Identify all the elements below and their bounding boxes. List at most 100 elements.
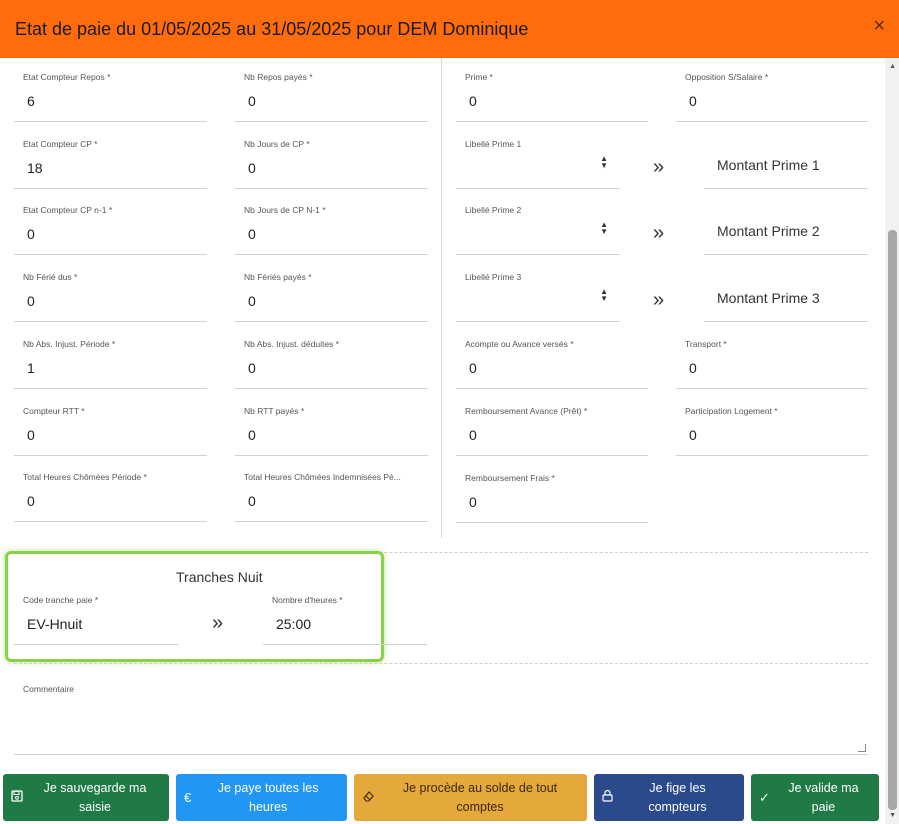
field-value: 0 <box>248 493 256 510</box>
scroll-up-icon[interactable]: ▲ <box>889 63 896 70</box>
field-underline <box>456 321 620 322</box>
valide-paie-button[interactable]: ✓ Je valide ma paie <box>751 774 879 821</box>
montant-prime-3-placeholder: Montant Prime 3 <box>717 290 820 306</box>
field-label: Nb Férié dus * <box>23 272 78 283</box>
left-field[interactable]: Nb Abs. Injust. déduites * 0 <box>235 333 428 389</box>
fige-compteurs-button-label: Je fige les compteurs <box>648 780 707 814</box>
participation-logement-label: Participation Logement * <box>685 406 778 416</box>
field-underline <box>14 521 207 523</box>
fige-compteurs-button[interactable]: Je fige les compteurs <box>594 774 744 821</box>
field-underline <box>676 455 868 456</box>
code-tranche-paie-label: Code tranche paie * <box>23 595 99 605</box>
chevron-right-icon: » <box>653 289 665 311</box>
pay-all-hours-button[interactable]: € Je paye toutes les heures <box>176 774 347 821</box>
transport-field[interactable]: Transport * 0 <box>676 333 868 389</box>
section-divider <box>14 663 868 664</box>
field-underline <box>235 187 428 189</box>
libelle-prime-2-select[interactable]: Libellé Prime 2 ▲ ▼ <box>456 199 620 255</box>
acompte-field[interactable]: Acompte ou Avance versés * 0 <box>456 333 648 389</box>
column-divider <box>441 58 442 538</box>
prime-field[interactable]: Prime * 0 <box>456 66 648 122</box>
montant-prime-2-field[interactable]: Montant Prime 2 <box>704 199 868 255</box>
montant-prime-2-placeholder: Montant Prime 2 <box>717 223 820 239</box>
close-icon[interactable]: × <box>873 16 885 36</box>
save-button[interactable]: Je sauvegarde ma saisie <box>3 774 169 821</box>
left-field[interactable]: Nb Abs. Injust. Période * 1 <box>14 333 207 389</box>
participation-logement-field[interactable]: Participation Logement * 0 <box>676 400 868 456</box>
save-button-label: Je sauvegarde ma saisie <box>43 780 147 814</box>
participation-logement-value: 0 <box>689 427 697 443</box>
field-label: Total Heures Chômées Période * <box>23 472 147 483</box>
left-field[interactable]: Nb RTT payés * 0 <box>235 400 428 456</box>
field-value: 0 <box>248 426 256 443</box>
code-tranche-paie-field[interactable]: Code tranche paie * EV-Hnuit <box>14 589 178 645</box>
commentaire-textarea[interactable]: Commentaire <box>14 678 868 755</box>
field-label: Nb Jours de CP * <box>244 138 310 149</box>
field-value: 0 <box>248 359 256 376</box>
opposition-label: Opposition S/Salaire * <box>685 72 769 82</box>
field-label: Nb Jours de CP N-1 * <box>244 205 326 216</box>
tranches-nuit-title: Tranches Nuit <box>176 569 263 585</box>
left-field[interactable]: Compteur RTT * 0 <box>14 400 207 456</box>
left-field[interactable]: Etat Compteur Repos * 6 <box>14 66 207 122</box>
lock-icon <box>602 788 613 807</box>
field-value: 0 <box>27 226 35 243</box>
resize-handle-icon[interactable] <box>858 744 866 752</box>
field-label: Total Heures Chômées Indemnisées Pé... <box>244 472 401 483</box>
field-value: 1 <box>27 359 35 376</box>
chevron-right-icon: » <box>212 612 224 634</box>
left-field[interactable]: Nb Férié dus * 0 <box>14 266 207 323</box>
left-field[interactable]: Etat Compteur CP * 18 <box>14 133 207 189</box>
field-underline <box>14 121 207 122</box>
field-label: Etat Compteur CP n-1 * <box>23 205 113 216</box>
dialog-header: Etat de paie du 01/05/2025 au 31/05/2025… <box>0 0 899 58</box>
libelle-prime-3-select[interactable]: Libellé Prime 3 ▲ ▼ <box>456 266 620 322</box>
left-field[interactable]: Nb Jours de CP * 0 <box>235 133 428 189</box>
field-value: 6 <box>27 93 35 109</box>
field-underline <box>235 387 428 389</box>
field-underline <box>704 321 868 322</box>
field-underline <box>14 387 207 389</box>
montant-prime-1-field[interactable]: Montant Prime 1 <box>704 133 868 189</box>
opposition-field[interactable]: Opposition S/Salaire * 0 <box>676 66 868 122</box>
valide-paie-button-label: Je valide ma paie <box>788 780 859 814</box>
left-field[interactable]: Nb Fériés payés * 0 <box>235 266 428 323</box>
scroll-down-icon[interactable]: ▼ <box>889 812 896 819</box>
payroll-dialog: Etat de paie du 01/05/2025 au 31/05/2025… <box>0 0 899 824</box>
nombre-heures-label: Nombre d'heures * <box>272 595 343 605</box>
field-underline <box>14 644 178 645</box>
remboursement-frais-field[interactable]: Remboursement Frais * 0 <box>456 467 648 523</box>
field-underline <box>14 321 207 323</box>
nombre-heures-field[interactable]: Nombre d'heures * 25:00 <box>263 589 427 645</box>
prime-label: Prime * <box>465 72 493 82</box>
field-value: 0 <box>248 293 256 310</box>
field-label: Compteur RTT * <box>23 405 85 416</box>
field-label: Etat Compteur CP * <box>23 138 98 149</box>
select-arrow-icon: ▲ ▼ <box>600 220 608 236</box>
solde-tout-comptes-button[interactable]: Je procède au solde de tout comptes <box>354 774 587 821</box>
action-buttons: Je sauvegarde ma saisie € Je paye toutes… <box>0 774 885 822</box>
left-field[interactable]: Nb Repos payés * 0 <box>235 66 428 122</box>
left-field[interactable]: Etat Compteur CP n-1 * 0 <box>14 199 207 256</box>
chevron-right-icon: » <box>653 156 665 178</box>
libelle-prime-1-select[interactable]: Libellé Prime 1 ▲ ▼ <box>456 133 620 189</box>
field-underline <box>14 187 207 189</box>
remboursement-avance-field[interactable]: Remboursement Avance (Prêt) * 0 <box>456 400 648 456</box>
code-tranche-paie-value: EV-Hnuit <box>27 616 83 632</box>
form-scroll-area[interactable]: Etat Compteur Repos * 6 Nb Repos payés * 0 E… <box>0 58 885 824</box>
montant-prime-3-field[interactable]: Montant Prime 3 <box>704 266 868 322</box>
remboursement-avance-value: 0 <box>469 427 477 443</box>
left-field[interactable]: Total Heures Chômées Période * 0 <box>14 466 207 523</box>
field-underline <box>676 388 868 389</box>
field-underline <box>14 454 207 456</box>
transport-label: Transport * <box>685 339 727 349</box>
dialog-title: Etat de paie du 01/05/2025 au 31/05/2025… <box>15 18 529 39</box>
field-underline <box>456 455 648 456</box>
left-field[interactable]: Total Heures Chômées Indemnisées Pé... 0 <box>235 466 428 523</box>
field-underline <box>235 121 428 122</box>
save-icon <box>11 788 23 807</box>
left-field[interactable]: Nb Jours de CP N-1 * 0 <box>235 199 428 256</box>
field-underline <box>704 188 868 189</box>
field-underline <box>235 321 428 323</box>
scrollbar-thumb[interactable] <box>888 230 897 810</box>
